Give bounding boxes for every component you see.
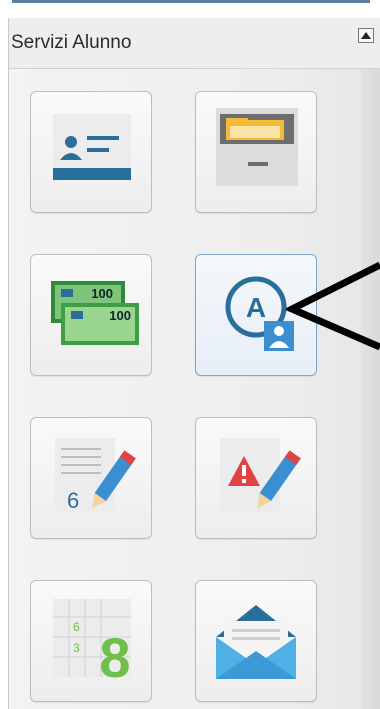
documents-button[interactable] — [195, 91, 317, 213]
grades-table-icon: 6 3 8 — [53, 599, 131, 689]
messages-envelope-icon — [216, 605, 296, 679]
student-id-card-icon — [53, 114, 131, 180]
written-grade-icon: 6 — [55, 438, 136, 513]
annotation-arrow — [286, 261, 380, 351]
panel-side-strip — [361, 69, 380, 709]
banknotes-icon: 100 100 — [51, 281, 139, 345]
collapse-arrow-icon — [361, 32, 371, 39]
grades-button[interactable]: 6 — [30, 417, 152, 539]
banknote-value-back: 100 — [91, 286, 113, 301]
file-cabinet-icon — [216, 108, 298, 186]
grades-table-button[interactable]: 6 3 8 — [30, 580, 152, 702]
grid-value-top: 6 — [73, 620, 80, 634]
banknote-value-front: 100 — [109, 308, 131, 323]
payments-button[interactable]: 100 100 — [30, 254, 152, 376]
grid-value-big: 8 — [99, 626, 130, 689]
messages-button[interactable] — [195, 580, 317, 702]
disciplinary-note-icon — [220, 438, 301, 512]
panel-header: Servizi Alunno — [9, 18, 380, 69]
student-card-button[interactable] — [30, 91, 152, 213]
top-border-line — [12, 0, 370, 3]
collapse-button[interactable] — [358, 28, 374, 43]
written-grade-value: 6 — [67, 488, 79, 513]
grid-value-mid: 3 — [73, 641, 80, 655]
notes-button[interactable] — [195, 417, 317, 539]
window-top-edge — [0, 0, 380, 12]
panel-title: Servizi Alunno — [11, 32, 132, 53]
attendance-letter: A — [246, 292, 266, 323]
